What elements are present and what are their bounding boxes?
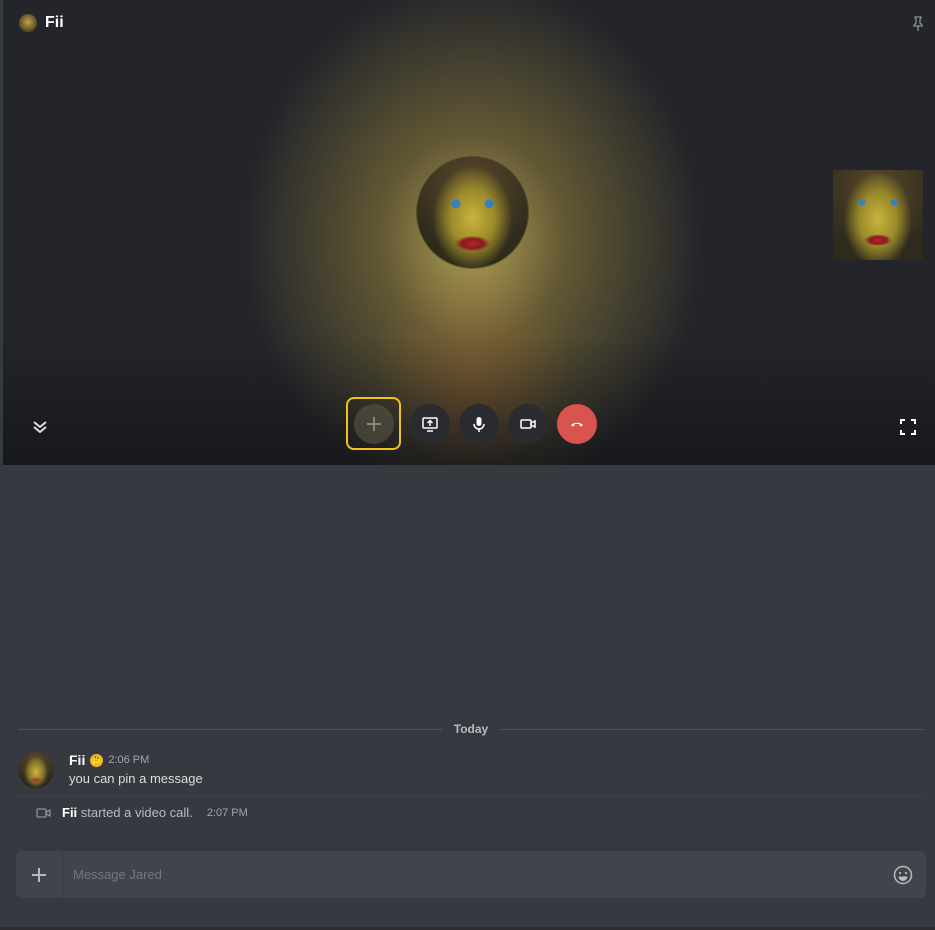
message-composer [16,850,926,899]
chevron-double-down-icon [33,421,47,434]
plus-icon [366,416,381,431]
fullscreen-icon [900,419,916,435]
add-participant-button[interactable] [353,403,394,444]
message-header: Fii 🤔 2:06 PM [69,752,149,768]
message-input[interactable] [63,850,880,899]
fullscreen-button[interactable] [896,415,920,439]
screen-share-button[interactable] [410,403,450,444]
emoji-icon [893,865,913,884]
message-author[interactable]: Fii [69,752,85,768]
video-camera-icon [520,418,536,429]
user-avatar-small [19,14,37,32]
microphone-icon [473,416,485,432]
message-timestamp: 2:06 PM [108,754,150,766]
self-video-tile[interactable] [833,170,923,260]
system-message-text: Fii started a video call. [62,805,193,820]
avatar[interactable] [18,752,54,788]
hang-up-icon [571,422,583,426]
system-message-author[interactable]: Fii [62,805,77,820]
screen-share-icon [422,416,438,432]
collapse-call-button[interactable] [28,415,52,439]
thinking-emoji-icon: 🤔 [90,753,104,767]
call-header: Fii [19,14,64,32]
video-call-area: Fii [3,0,935,465]
plus-icon [32,867,46,882]
call-title: Fii [45,14,64,31]
participant-avatar-large [417,157,528,268]
message-text: you can pin a message [69,771,203,786]
video-camera-icon [36,807,51,818]
message-separator [18,795,924,796]
pin-icon[interactable] [911,16,925,37]
chat-panel: Today Fii 🤔 2:06 PM you can pin a messag… [0,465,935,930]
system-message-timestamp: 2:07 PM [206,806,248,819]
camera-button[interactable] [508,403,548,444]
attach-button[interactable] [16,851,63,898]
end-call-button[interactable] [557,403,597,444]
date-divider-label: Today [453,722,489,736]
date-divider: Today [18,721,925,737]
system-message: Fii started a video call. 2:07 PM [36,805,248,820]
emoji-button[interactable] [880,851,926,898]
highlighted-add-button-frame [346,397,401,450]
microphone-button[interactable] [459,403,499,444]
call-controls [346,397,597,450]
